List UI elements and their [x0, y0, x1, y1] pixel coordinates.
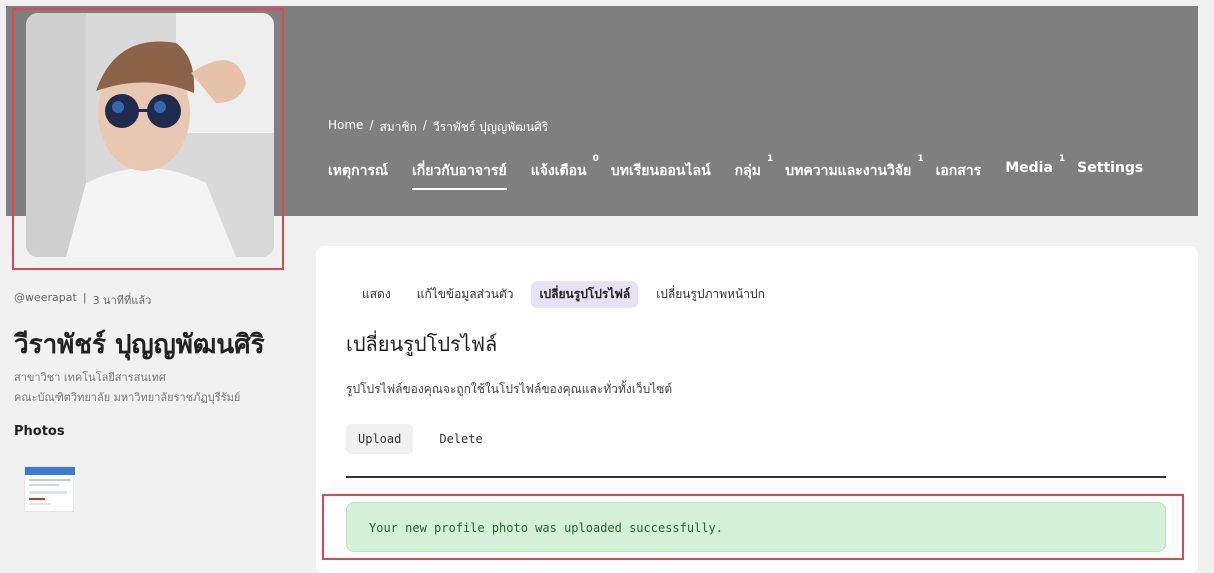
nav-groups[interactable]: กลุ่ม 1 — [735, 154, 774, 182]
upload-button[interactable]: Upload — [346, 424, 414, 454]
profile-department: สาขาวิชา เทคโนโลยีสารสนเทศ คณะบัณฑิตวิทย… — [14, 368, 240, 408]
subtab-show[interactable]: แสดง — [354, 281, 399, 308]
breadcrumb-sep-2: / — [422, 118, 427, 132]
success-message: Your new profile photo was uploaded succ… — [369, 521, 724, 535]
avatar-highlight — [12, 8, 284, 270]
nav-about[interactable]: เกี่ยวกับอาจารย์ — [411, 160, 507, 190]
nav-groups-count: 1 — [766, 154, 774, 164]
breadcrumb-member-name: วีราพัชร์ ปุญญพัฒนศิริ — [432, 120, 549, 134]
breadcrumb-sep-1: / — [369, 118, 374, 132]
username: @weerapat — [14, 291, 77, 304]
nav-documents[interactable]: เอกสาร — [936, 160, 982, 182]
user-meta: @weerapat | 3 นาทีที่แล้ว — [14, 291, 151, 309]
photos-title: Photos — [14, 424, 65, 439]
breadcrumb-home[interactable]: Home — [328, 118, 363, 137]
photo-actions: Upload Delete — [346, 424, 495, 454]
subtab-edit-profile[interactable]: แก้ไขข้อมูลส่วนตัว — [409, 281, 522, 308]
nav-media[interactable]: Media 1 — [1005, 154, 1065, 176]
section-description: รูปโปรไฟล์ของคุณจะถูกใช้ในโปรไฟล์ของคุณแ… — [346, 382, 673, 396]
last-active: 3 นาทีที่แล้ว — [92, 294, 152, 307]
subtab-change-cover[interactable]: เปลี่ยนรูปภาพหน้าปก — [648, 281, 773, 308]
section-divider — [346, 476, 1166, 478]
nav-settings[interactable]: Settings — [1077, 160, 1143, 176]
profile-name: วีราพัชร์ ปุญญพัฒนศิริ — [14, 330, 265, 360]
profile-subtabs: แสดง แก้ไขข้อมูลส่วนตัว เปลี่ยนรูปโปรไฟล… — [354, 281, 773, 308]
delete-button[interactable]: Delete — [427, 424, 494, 454]
nav-online-lessons[interactable]: บทเรียนออนไลน์ — [611, 160, 711, 182]
avatar-photo — [26, 13, 274, 257]
breadcrumb-area: Home / สมาชิก / วีราพัชร์ ปุญญพัฒนศิริ — [328, 118, 548, 137]
breadcrumb-members[interactable]: สมาชิก — [379, 118, 416, 137]
photo-thumbnail-image — [25, 467, 75, 505]
section-title: เปลี่ยนรูปโปรไฟล์ — [346, 332, 498, 356]
meta-separator: | — [82, 291, 87, 304]
nav-notifications-count: 0 — [592, 154, 599, 164]
nav-articles[interactable]: บทความและงานวิจัย 1 — [785, 154, 923, 182]
success-alert: Your new profile photo was uploaded succ… — [346, 502, 1166, 552]
nav-articles-count: 1 — [917, 154, 924, 164]
photo-thumbnail[interactable] — [24, 466, 75, 512]
subtab-change-photo[interactable]: เปลี่ยนรูปโปรไฟล์ — [531, 281, 639, 308]
department-line-1: สาขาวิชา เทคโนโลยีสารสนเทศ — [14, 371, 166, 384]
nav-media-count: 1 — [1058, 154, 1066, 164]
nav-notifications[interactable]: แจ้งเตือน 0 — [531, 154, 599, 182]
alert-highlight: Your new profile photo was uploaded succ… — [322, 494, 1184, 560]
avatar[interactable] — [26, 13, 274, 257]
nav-events[interactable]: เหตุการณ์ — [328, 160, 388, 182]
department-line-2: คณะบัณฑิตวิทยาลัย มหาวิทยาลัยราชภัฏบุรีร… — [14, 391, 241, 404]
breadcrumb: Home / สมาชิก / วีราพัชร์ ปุญญพัฒนศิริ — [328, 118, 548, 137]
profile-nav: เหตุการณ์ เกี่ยวกับอาจารย์ แจ้งเตือน 0 บท… — [328, 154, 1167, 190]
